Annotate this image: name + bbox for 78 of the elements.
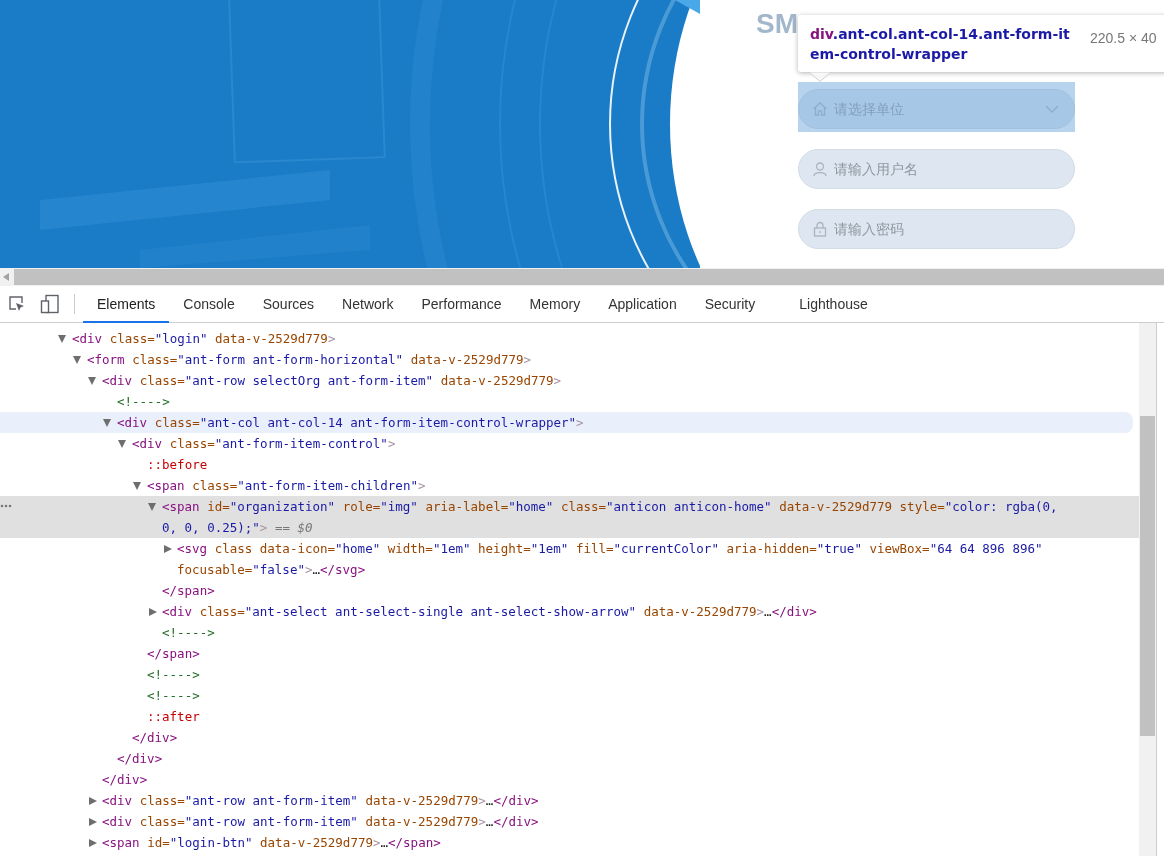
- devtools-tab[interactable]: Application: [594, 286, 691, 323]
- devtools-tab[interactable]: Lighthouse: [785, 286, 882, 323]
- dom-node-row[interactable]: <div class="ant-row ant-form-item" data-v-2529d779>…</div>: [0, 790, 1133, 811]
- code-text: </div>: [132, 729, 178, 747]
- code-text: ::before: [147, 456, 208, 474]
- dom-node-row[interactable]: <span id="organization" role="img" aria-label="home" class="anticon anticon-home" data-v-2529d779 style="color: rgba(0, 0, 0, 0.25);"> == $0: [0, 496, 1139, 538]
- dom-node-row[interactable]: <div class="ant-col ant-col-14 ant-form-item-control-wrapper">: [0, 412, 1133, 433]
- code-text: <!---->: [147, 687, 200, 705]
- vertical-scrollbar[interactable]: [1139, 323, 1156, 856]
- devtools-tab[interactable]: Network: [328, 286, 408, 323]
- more-dots-icon[interactable]: [0, 504, 12, 508]
- dom-node-row[interactable]: </div>: [0, 727, 1133, 748]
- login-title: SM: [756, 8, 798, 41]
- code-text: </div>: [102, 771, 148, 789]
- input-field[interactable]: 请输入用户名: [798, 149, 1075, 189]
- code-text: <svg class data-icon="home" width="1em" height="1em" fill="currentColor" aria-hidden="true" viewBox="64 64 896 896": [177, 540, 1043, 558]
- dom-node-row[interactable]: ::before: [0, 454, 1133, 475]
- code-text: </span>: [147, 645, 200, 663]
- dom-node-row[interactable]: <div class="ant-row selectOrg ant-form-item" data-v-2529d779>: [0, 370, 1133, 391]
- code-text: <!---->: [162, 624, 215, 642]
- code-text: ::after: [147, 708, 200, 726]
- devtools-tab[interactable]: Sources: [248, 286, 329, 323]
- devtools-tab[interactable]: Memory: [515, 286, 595, 323]
- input-field[interactable]: 请输入密码: [798, 209, 1075, 249]
- code-text: <!---->: [147, 666, 200, 684]
- dom-node-row[interactable]: <!---->: [0, 622, 1133, 643]
- code-text: <!---->: [117, 393, 170, 411]
- code-text: focusable="false">…</svg>: [177, 561, 367, 579]
- dom-node-row[interactable]: <div class="login" data-v-2529d779>: [0, 328, 1133, 349]
- code-text: </span>: [162, 582, 215, 600]
- dom-node-row[interactable]: <div class="ant-form-item-control">: [0, 433, 1133, 454]
- devtools-tab[interactable]: Security: [690, 286, 770, 323]
- element-selector: div.ant-col.ant-col-14.ant-form-item-control-wrapper: [810, 24, 1070, 64]
- dom-node-row[interactable]: </span>: [0, 580, 1133, 601]
- dom-node-row[interactable]: ::after: [0, 706, 1133, 727]
- code-text: <span class="ant-form-item-children">: [147, 477, 426, 495]
- code-text: 0, 0, 0.25);"> == $0: [162, 519, 314, 537]
- code-text: <div class="ant-row selectOrg ant-form-item" data-v-2529d779>: [102, 372, 562, 390]
- expand-toggle[interactable]: [58, 334, 66, 343]
- chevron-down-icon: [1045, 105, 1059, 113]
- expand-toggle[interactable]: [73, 355, 81, 364]
- dom-node-row[interactable]: <span id="login-btn" data-v-2529d779>…</span>: [0, 832, 1133, 853]
- devtools-tab[interactable]: Console: [169, 286, 249, 323]
- code-text: <div class="ant-select ant-select-single ant-select-show-arrow" data-v-2529d779>…</div>: [162, 603, 817, 621]
- code-text: <div class="login" data-v-2529d779>: [72, 330, 336, 348]
- dom-node-row[interactable]: </div>: [0, 748, 1133, 769]
- expand-toggle[interactable]: [89, 796, 97, 805]
- code-text: <div class="ant-row ant-form-item" data-v-2529d779>…</div>: [102, 792, 539, 810]
- dom-node-row[interactable]: <!---->: [0, 685, 1133, 706]
- element-size: 220.5 × 40: [1090, 29, 1157, 46]
- code-text: <span id="organization" role="img" aria-label="home" class="anticon anticon-home" data-v-2529d779 style="color: rgba(0,: [162, 498, 1058, 516]
- expand-toggle[interactable]: [88, 376, 96, 385]
- expand-toggle[interactable]: [103, 418, 111, 427]
- dom-node-row[interactable]: <div class="ant-row ant-form-item" data-v-2529d779>…</div>: [0, 811, 1133, 832]
- dom-node-row[interactable]: </span>: [0, 643, 1133, 664]
- devtools-tab[interactable]: Elements: [83, 286, 170, 323]
- dom-node-row[interactable]: <form class="ant-form ant-form-horizontal" data-v-2529d779>: [0, 349, 1133, 370]
- expand-toggle[interactable]: [118, 439, 126, 448]
- dom-node-row[interactable]: </div>: [0, 769, 1133, 790]
- device-icon[interactable]: [40, 294, 60, 314]
- code-text: </div>: [117, 750, 163, 768]
- code-text: <div class="ant-col ant-col-14 ant-form-item-control-wrapper">: [117, 414, 584, 432]
- dom-node-row[interactable]: <div class="ant-select ant-select-single ant-select-show-arrow" data-v-2529d779>…</div>: [0, 601, 1133, 622]
- expand-toggle[interactable]: [149, 607, 157, 616]
- dom-node-row[interactable]: <!---->: [0, 391, 1133, 412]
- dom-node-row[interactable]: <!---->: [0, 664, 1133, 685]
- expand-toggle[interactable]: [89, 817, 97, 826]
- expand-toggle[interactable]: [148, 502, 156, 511]
- dom-node-row[interactable]: <svg class data-icon="home" width="1em" height="1em" fill="currentColor" aria-hidden="true" viewBox="64 64 896 896" focusable="false">…</svg>: [0, 538, 1133, 580]
- code-text: <form class="ant-form ant-form-horizontal" data-v-2529d779>: [87, 351, 532, 369]
- code-text: <span id="login-btn" data-v-2529d779>…</span>: [102, 834, 441, 852]
- expand-toggle[interactable]: [164, 544, 172, 553]
- horizontal-scrollbar[interactable]: [0, 268, 1164, 286]
- code-text: <div class="ant-form-item-control">: [132, 435, 396, 453]
- code-text: <div class="ant-row ant-form-item" data-v-2529d779>…</div>: [102, 813, 539, 831]
- expand-toggle[interactable]: [89, 838, 97, 847]
- inspect-icon[interactable]: [8, 295, 26, 313]
- devtools-tab[interactable]: Performance: [407, 286, 516, 323]
